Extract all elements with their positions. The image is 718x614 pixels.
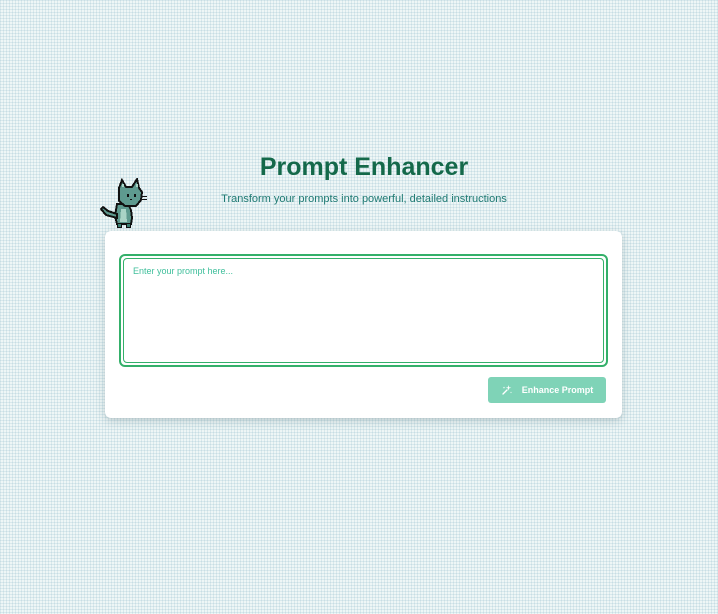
prompt-input-frame bbox=[119, 254, 608, 367]
pixel-cat-icon bbox=[98, 176, 154, 230]
sparkles-icon bbox=[501, 384, 513, 396]
enhance-prompt-label: Enhance Prompt bbox=[521, 385, 594, 395]
enhance-prompt-button[interactable]: Enhance Prompt bbox=[488, 377, 606, 403]
prompt-card: Enhance Prompt bbox=[105, 231, 622, 418]
prompt-input[interactable] bbox=[123, 258, 604, 363]
